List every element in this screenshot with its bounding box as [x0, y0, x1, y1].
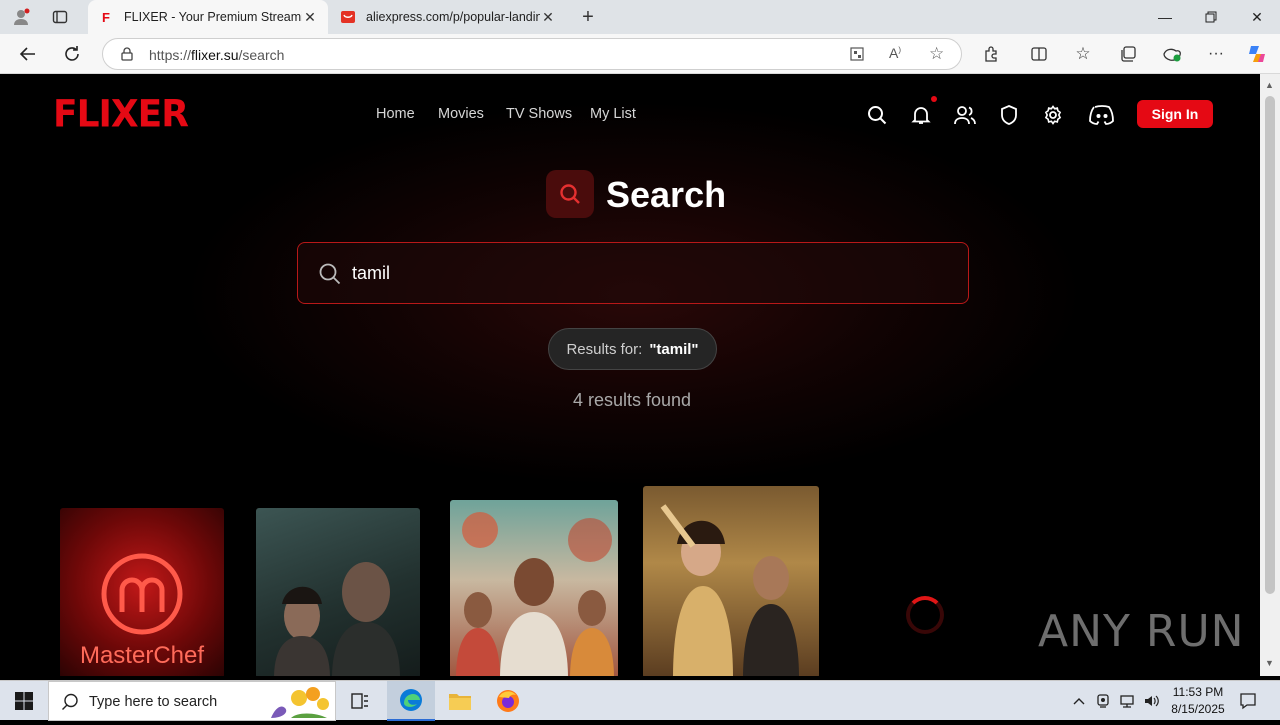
more-options-icon[interactable]: ··· — [1202, 40, 1230, 68]
windows-logo-icon — [15, 692, 33, 710]
scroll-up-arrow-icon[interactable]: ▲ — [1265, 80, 1274, 90]
tab-actions-icon[interactable] — [47, 5, 73, 29]
task-view-icon[interactable] — [336, 681, 384, 721]
close-tab-icon[interactable]: ✕ — [540, 9, 556, 26]
notification-dot — [931, 96, 937, 102]
bell-icon[interactable] — [908, 102, 934, 128]
browser-essentials-icon[interactable] — [1158, 40, 1186, 68]
results-for-badge: Results for: "tamil" — [548, 328, 717, 370]
url-text: https://flixer.su/search — [149, 47, 285, 63]
browser-tab-bar: F FLIXER - Your Premium Streaming ✕ alie… — [0, 0, 1280, 34]
search-input[interactable] — [352, 259, 932, 287]
search-badge-icon — [546, 170, 594, 218]
search-highlight-icon — [261, 684, 335, 725]
aliexpress-favicon — [340, 9, 356, 25]
browser-toolbar: https://flixer.su/search A) ☆ ☆ ··· — [0, 34, 1280, 74]
scrollbar-thumb[interactable] — [1265, 96, 1275, 594]
nav-movies[interactable]: Movies — [438, 106, 484, 122]
result-card-2[interactable] — [256, 508, 420, 676]
read-aloud-icon[interactable]: A) — [889, 45, 901, 61]
nav-tv-shows[interactable]: TV Shows — [506, 106, 572, 122]
gear-icon[interactable] — [1040, 102, 1066, 128]
shield-icon[interactable] — [996, 102, 1022, 128]
new-tab-icon[interactable]: + — [575, 5, 601, 29]
search-field-icon — [318, 262, 342, 291]
flixer-favicon: F — [102, 9, 110, 25]
result-card-masterchef[interactable]: MasterChef — [60, 508, 224, 676]
site-logo[interactable]: FLIXER — [53, 93, 189, 136]
close-tab-icon[interactable]: ✕ — [302, 9, 318, 26]
loading-spinner — [906, 596, 944, 634]
extensions-icon[interactable] — [977, 40, 1005, 68]
scroll-down-arrow-icon[interactable]: ▼ — [1265, 658, 1274, 668]
page-scrollbar[interactable]: ▲ ▼ — [1260, 74, 1280, 676]
results-count: 4 results found — [572, 390, 692, 410]
page-title: Search — [606, 174, 727, 215]
app-available-icon[interactable] — [849, 46, 865, 67]
favorite-star-icon[interactable]: ☆ — [929, 44, 944, 64]
collections-icon[interactable] — [1114, 40, 1142, 68]
favorites-icon[interactable]: ☆ — [1069, 40, 1097, 68]
split-screen-icon[interactable] — [1025, 40, 1053, 68]
users-icon[interactable] — [952, 102, 978, 128]
card-overlay-text: MasterChef — [79, 642, 205, 669]
nav-home[interactable]: Home — [376, 106, 415, 122]
taskbar-search[interactable]: Type here to search — [48, 681, 336, 721]
poster-image — [274, 562, 400, 676]
firefox-icon[interactable] — [484, 681, 532, 721]
start-button[interactable] — [0, 681, 48, 721]
anyrun-watermark: ANY RUN — [1038, 606, 1245, 657]
refresh-icon[interactable] — [58, 40, 86, 68]
back-icon[interactable] — [14, 40, 42, 68]
edge-taskbar-icon[interactable] — [387, 681, 435, 721]
windows-taskbar: Type here to search 11:53 PM 8/15/2025 — [0, 680, 1280, 721]
volume-icon[interactable] — [1140, 681, 1162, 721]
tab-aliexpress[interactable]: aliexpress.com/p/popular-landing ✕ — [330, 0, 566, 34]
restore-icon[interactable] — [1188, 0, 1234, 34]
minimize-icon[interactable]: — — [1142, 0, 1188, 34]
tray-device-icon[interactable] — [1092, 681, 1114, 721]
tray-chevron-icon[interactable] — [1068, 681, 1090, 721]
copilot-icon[interactable] — [1243, 40, 1271, 68]
discord-icon[interactable] — [1086, 102, 1118, 128]
flixer-page: FLIXER Home Movies TV Shows My List Sign… — [4, 74, 1260, 676]
search-icon — [61, 693, 79, 716]
tab-flixer[interactable]: F FLIXER - Your Premium Streaming ✕ — [88, 0, 328, 34]
taskbar-clock[interactable]: 11:53 PM 8/15/2025 — [1160, 684, 1236, 718]
poster-image — [660, 504, 799, 676]
search-icon[interactable] — [864, 102, 890, 128]
site-info-icon[interactable] — [119, 46, 135, 67]
network-icon[interactable] — [1116, 681, 1138, 721]
close-window-icon[interactable]: ✕ — [1234, 0, 1280, 34]
file-explorer-icon[interactable] — [436, 681, 484, 721]
notification-center-icon[interactable] — [1236, 681, 1260, 721]
poster-image — [456, 512, 614, 676]
nav-my-list[interactable]: My List — [590, 106, 636, 122]
sign-in-button[interactable]: Sign In — [1137, 100, 1213, 128]
search-field[interactable] — [297, 242, 969, 304]
address-bar[interactable]: https://flixer.su/search A) ☆ — [102, 38, 962, 70]
profile-icon[interactable] — [8, 5, 34, 29]
result-card-3[interactable] — [450, 500, 618, 676]
result-card-4[interactable] — [643, 486, 819, 676]
